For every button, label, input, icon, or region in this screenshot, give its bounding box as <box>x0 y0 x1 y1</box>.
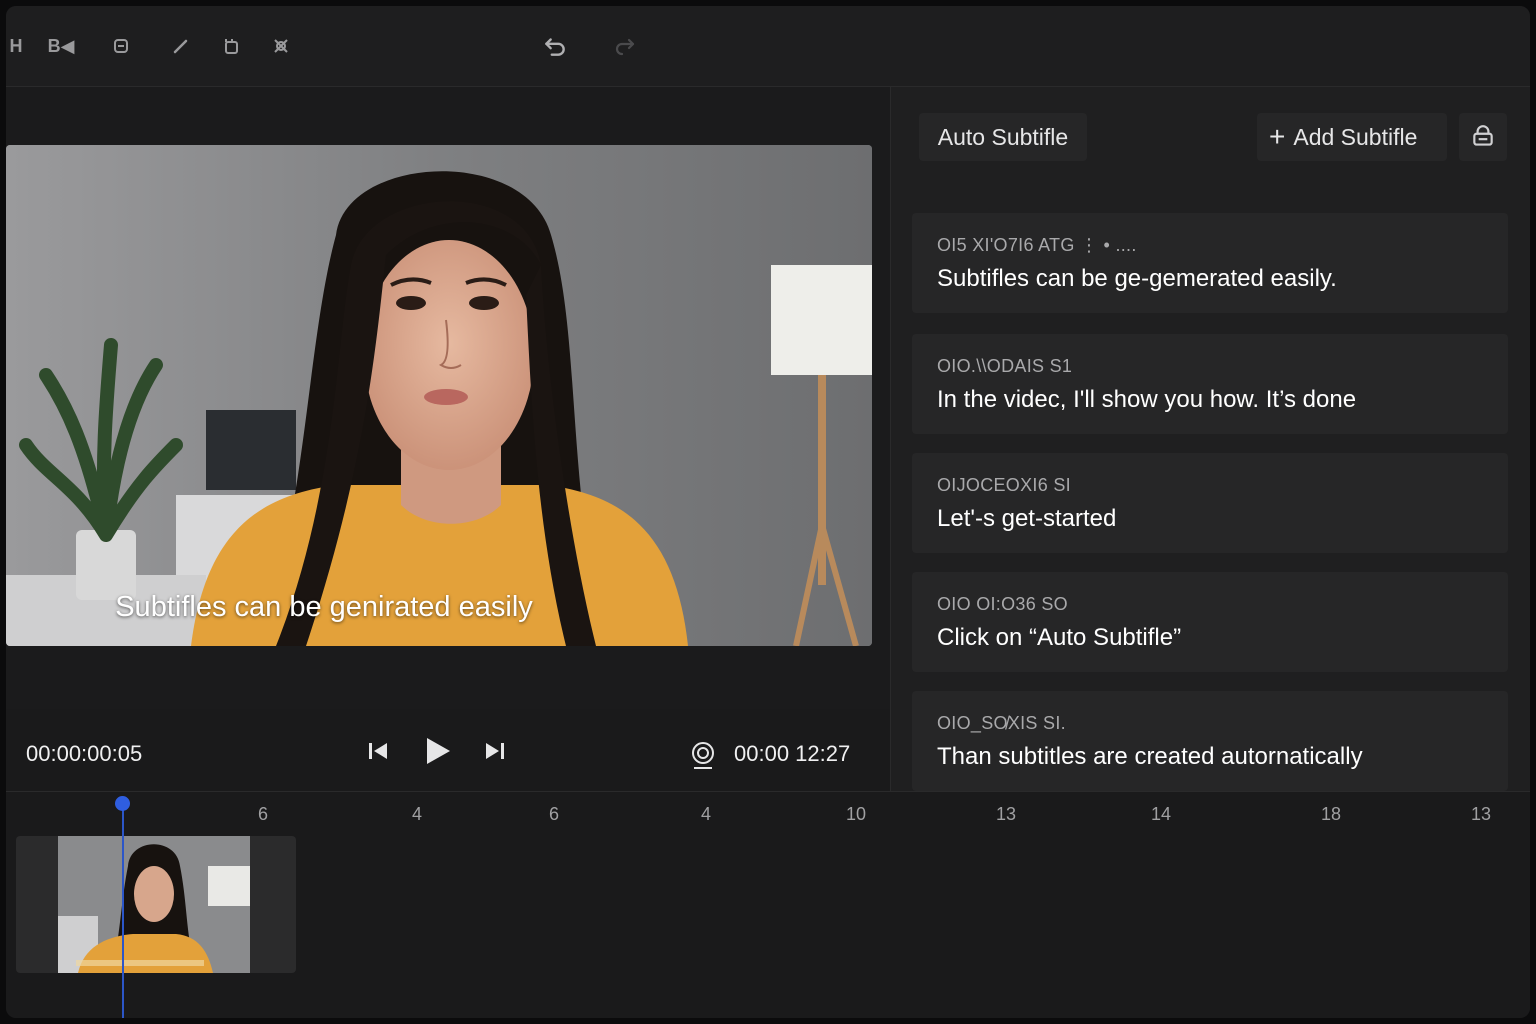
record-icon[interactable] <box>690 741 716 771</box>
subtitle-item[interactable]: OIJOCEOXI6 SI Let'‑s get-started <box>912 453 1508 553</box>
playhead-icon[interactable] <box>115 796 130 811</box>
subtitle-timestamp: OIO.\\ODAIS S1 <box>937 356 1073 376</box>
timeline-tick: 10 <box>845 804 867 824</box>
total-timecode: 00:00 12:27 <box>734 741 851 766</box>
subtitle-timestamp: OIO_SO̸XIS SI. <box>937 713 1066 733</box>
video-caption: Subtifles can be genirated easily <box>115 591 533 623</box>
timeline-tick: 6 <box>548 804 560 824</box>
play-icon[interactable] <box>424 736 452 766</box>
subtitle-item[interactable]: OIO OI:O36 SO Click on “Auto Subtifle” <box>912 572 1508 672</box>
timeline-tick: 13 <box>1470 804 1492 824</box>
subtitle-timestamp: OIJOCEOXI6 SI <box>937 475 1071 495</box>
auto-subtitle-button[interactable]: Auto Subtifle <box>919 113 1087 161</box>
current-timecode: 00:00:00:05 <box>26 741 143 766</box>
video-preview[interactable]: Subtifles can be genirated easily <box>6 145 872 646</box>
add-subtitle-button[interactable]: + Add Subtifle <box>1257 113 1447 161</box>
subtitle-item[interactable]: OI5 XI'O7I6 ATG ⋮ • .... Subtifles can b… <box>912 213 1508 313</box>
heading-tool-button[interactable]: H <box>8 32 24 60</box>
timeline-tick: 13 <box>995 804 1017 824</box>
subtitle-timestamp: OI5 XI'O7I6 ATG ⋮ • .... <box>937 235 1137 255</box>
bold-tool-button[interactable]: B◀ <box>46 32 76 60</box>
video-clip[interactable] <box>16 836 296 973</box>
timeline-tick: 4 <box>411 804 423 824</box>
subtitle-item[interactable]: OIO.\\ODAIS S1 In the videc, I'll show y… <box>912 334 1508 434</box>
plus-icon: + <box>1269 121 1286 152</box>
subtitle-timestamp: OIO OI:O36 SO <box>937 594 1068 614</box>
duplicate-icon[interactable] <box>220 32 242 60</box>
heading-tool-label: H <box>9 35 23 56</box>
effects-icon[interactable] <box>270 32 292 60</box>
subtitle-item[interactable]: OIO_SO̸XIS SI. Than subtitles are create… <box>912 691 1508 791</box>
timeline-tick: 6 <box>257 804 269 824</box>
timeline-tick: 18 <box>1320 804 1342 824</box>
redo-icon[interactable] <box>610 32 640 60</box>
add-subtitle-label: Add Subtifle <box>1293 123 1418 150</box>
subtitle-text[interactable]: Click on “Auto Subtifle” <box>937 624 1181 652</box>
caption-settings-icon[interactable] <box>1459 113 1507 161</box>
subtitle-text[interactable]: In the videc, I'll show you how. It’s do… <box>937 386 1356 414</box>
bold-tool-label: B◀ <box>47 35 75 56</box>
transport-bar: 00:00:00:05 00:00 12:27 <box>6 709 890 791</box>
pen-icon[interactable] <box>170 32 192 60</box>
timeline-tick: 14 <box>1150 804 1172 824</box>
video-frame <box>6 145 872 646</box>
subtitle-text[interactable]: Let'‑s get-started <box>937 505 1116 533</box>
subtitle-text[interactable]: Subtifles can be ge-gemerated easily. <box>937 265 1337 293</box>
playhead[interactable] <box>122 804 124 1018</box>
timeline[interactable]: 6 4 6 4 10 13 14 18 13 <box>6 791 1530 1018</box>
skip-forward-icon[interactable] <box>483 739 507 763</box>
subtitle-panel: Auto Subtifle + Add Subtifle OI5 XI'O7I6… <box>890 87 1530 791</box>
clip-thumbnail <box>58 836 250 973</box>
app-window: H B◀ Subtifles can be genirated easily A… <box>6 6 1530 1018</box>
top-toolbar: H B◀ <box>6 6 1530 87</box>
subtitle-icon[interactable] <box>110 32 132 60</box>
skip-back-icon[interactable] <box>366 739 390 763</box>
undo-icon[interactable] <box>540 32 570 60</box>
timeline-tick: 4 <box>700 804 712 824</box>
auto-subtitle-label: Auto Subtifle <box>937 123 1069 150</box>
preview-area: Subtifles can be genirated easily <box>6 87 890 709</box>
subtitle-text[interactable]: Than subtitles are created autornaticall… <box>937 743 1363 771</box>
